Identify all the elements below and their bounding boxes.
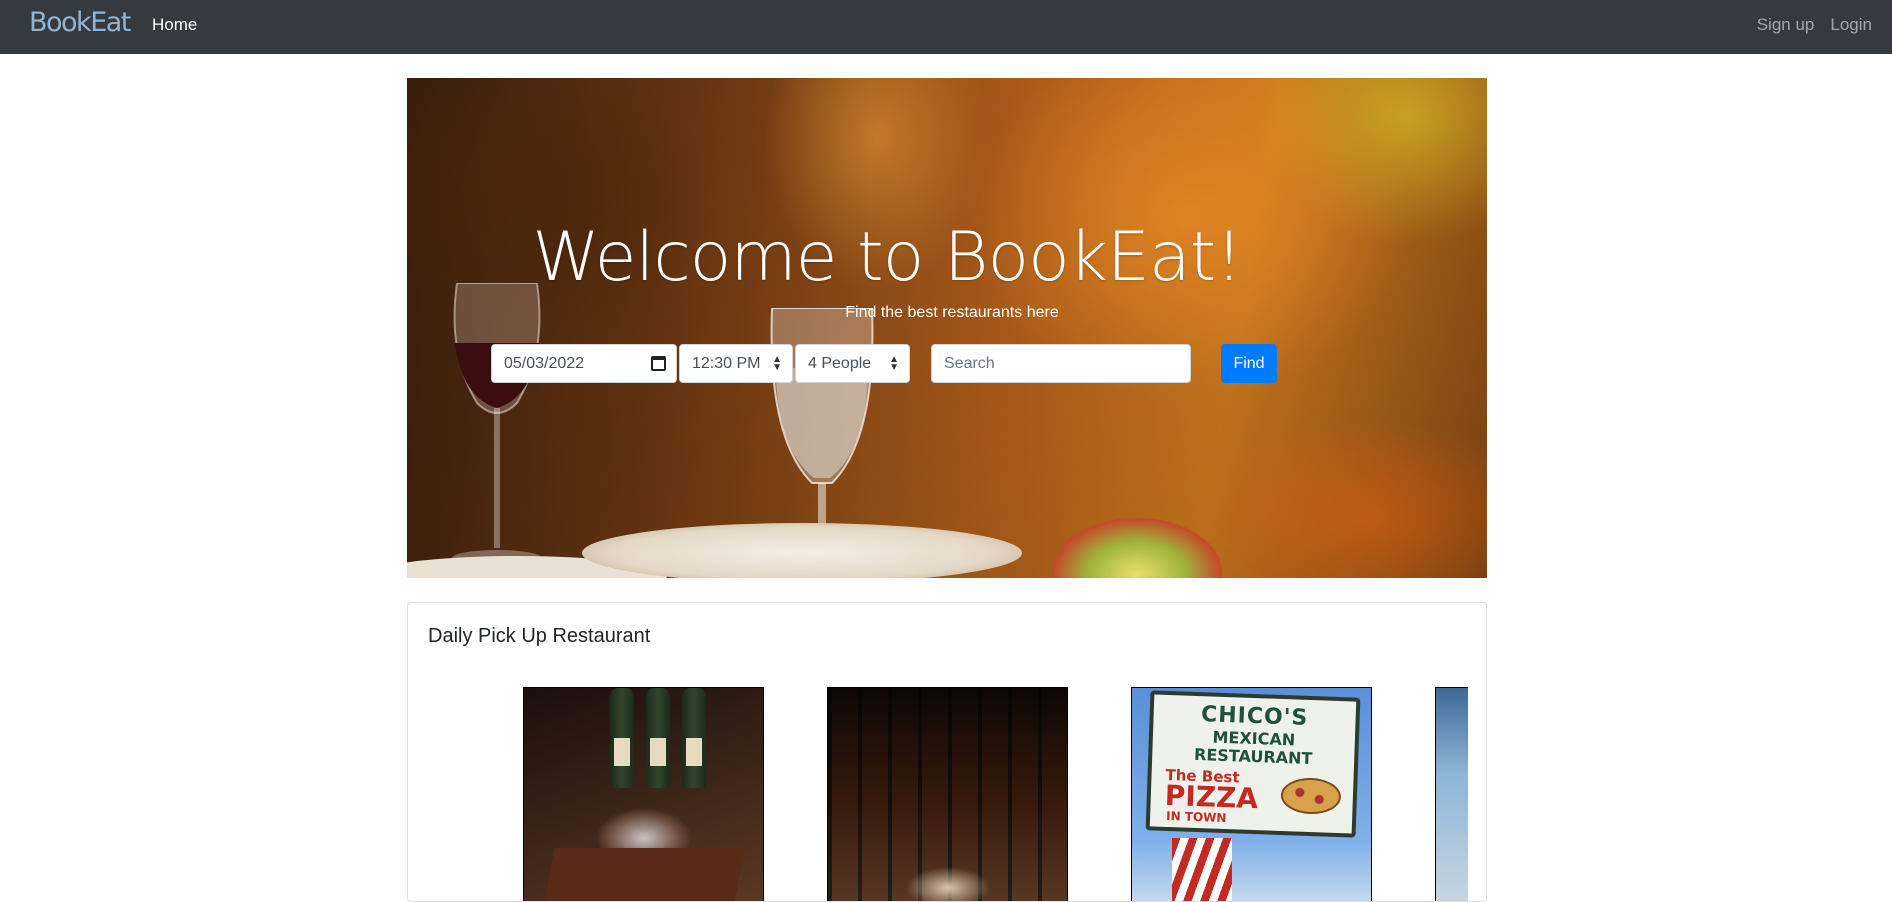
bottle-image — [682, 688, 706, 788]
restaurant-image-interior[interactable] — [827, 687, 1068, 901]
signup-link[interactable]: Sign up — [1757, 15, 1815, 35]
flag-image — [1172, 838, 1232, 901]
select-arrows-icon: ▲ ▼ — [889, 354, 899, 373]
pizza-icon — [1280, 777, 1342, 816]
nav-auth-links: Sign up Login — [1757, 15, 1872, 35]
date-input[interactable]: 05/03/2022 — [491, 344, 677, 383]
hero-subtitle: Find the best restaurants here — [845, 304, 1059, 321]
date-value: 05/03/2022 — [504, 354, 585, 372]
restaurant-image-chicos[interactable]: CHICO'S MEXICAN RESTAURANT The Best PIZZA… — [1131, 687, 1372, 901]
hero-overlay — [407, 78, 1487, 578]
brand-logo[interactable]: BookEat — [29, 7, 131, 38]
tray-image — [543, 848, 745, 901]
login-link[interactable]: Login — [1830, 15, 1872, 35]
calendar-icon[interactable] — [651, 356, 666, 371]
plate-image — [582, 523, 1022, 578]
search-input[interactable] — [931, 344, 1191, 383]
restaurant-sign: CHICO'S MEXICAN RESTAURANT The Best PIZZA… — [1145, 690, 1361, 838]
nav-home-link[interactable]: Home — [152, 15, 197, 35]
hero-banner: Welcome to BookEat! Find the best restau… — [407, 78, 1487, 578]
restaurant-carousel: CHICO'S MEXICAN RESTAURANT The Best PIZZA… — [428, 687, 1468, 901]
time-value: 12:30 PM — [692, 354, 761, 372]
hero-title: Welcome to BookEat! — [532, 218, 1242, 297]
find-button[interactable]: Find — [1221, 344, 1277, 383]
people-select[interactable]: 4 People ▲ ▼ — [795, 344, 910, 383]
daily-pick-title: Daily Pick Up Restaurant — [428, 625, 651, 647]
bottle-image — [646, 688, 670, 788]
select-arrows-icon: ▲ ▼ — [772, 354, 782, 373]
restaurant-image-sake[interactable] — [523, 687, 764, 901]
time-select[interactable]: 12:30 PM ▲ ▼ — [679, 344, 793, 383]
top-navbar: BookEat Home Sign up Login — [0, 0, 1892, 54]
people-value: 4 People — [808, 354, 872, 372]
wine-glass-image — [452, 283, 542, 566]
restaurant-image-partial[interactable] — [1435, 687, 1468, 901]
bottle-image — [610, 688, 634, 788]
daily-pick-card: Daily Pick Up Restaurant CHICO'S MEXICAN… — [407, 602, 1487, 902]
